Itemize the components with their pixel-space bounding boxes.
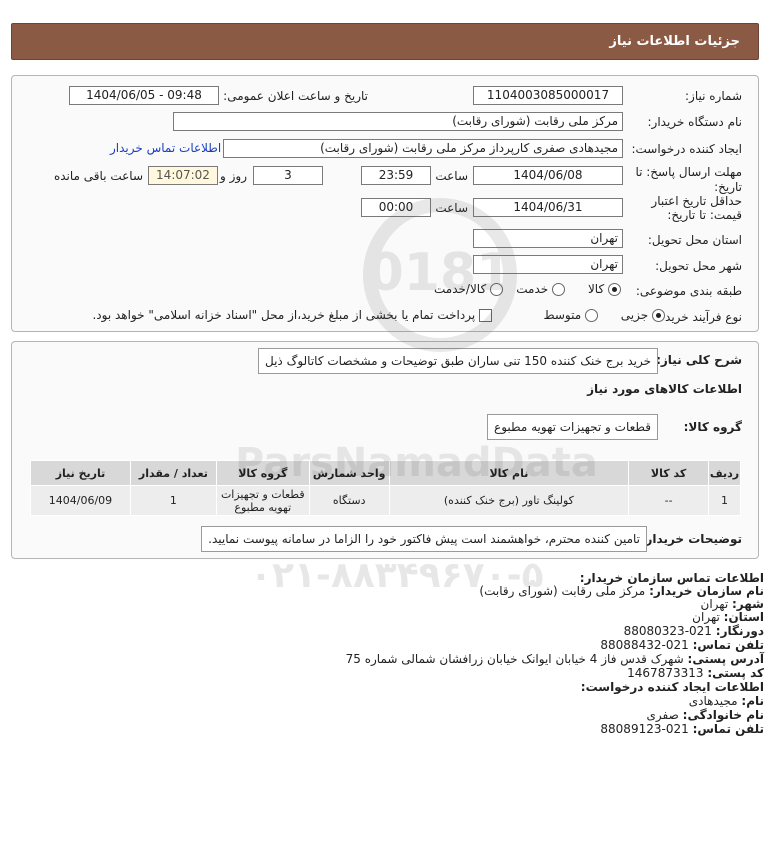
province-field: تهران (473, 229, 623, 248)
contact-postal: کد پستی: 1467873313 (627, 666, 764, 680)
col-goods-group: گروه کالا (215, 460, 310, 486)
deadline-time-label: ساعت (435, 169, 468, 183)
treasury-payment-option[interactable]: پرداخت تمام یا بخشی از مبلغ خرید،از محل … (92, 308, 492, 322)
validity-label-line2: قیمت: تا تاریخ: (667, 208, 742, 222)
radio-selected-icon[interactable] (608, 283, 621, 296)
validity-time-field: 00:00 (361, 198, 431, 217)
radio-icon[interactable] (585, 309, 598, 322)
deadline-days-field: 3 (253, 166, 323, 185)
process-label: نوع فرآیند خرید : (657, 310, 742, 324)
contact-postal-value: 1467873313 (627, 666, 704, 680)
validity-time-label: ساعت (435, 201, 468, 215)
days-label: روز و (220, 169, 247, 183)
goods-table: ردیف کد کالا نام کالا واحد شمارش گروه کا… (30, 460, 741, 516)
creator-phone: تلفن تماس: 021-88089123 (600, 722, 764, 736)
goods-info-heading: اطلاعات کالاهای مورد نیاز (587, 382, 742, 396)
buyer-notes-label: توضیحات خریدار: (640, 532, 742, 546)
remaining-label: ساعت باقی مانده (53, 169, 143, 183)
radio-selected-icon[interactable] (652, 309, 665, 322)
contact-address: آدرس پستی: شهرک قدس فاز 4 خیابان ایوانک … (346, 652, 764, 666)
contact-postal-label: کد پستی: (707, 666, 764, 680)
remaining-time-field: 14:07:02 (148, 166, 218, 185)
creator-family-label: نام خانوادگی: (682, 708, 764, 722)
cell-goods-code: -- (628, 485, 710, 516)
deadline-label-line2: تاریخ: (714, 180, 742, 194)
contact-org: نام سازمان خریدار: مرکز ملی رقابت (شورای… (479, 584, 764, 598)
contact-city-label: شهر: (732, 597, 764, 611)
contact-phone-label: تلفن تماس: (692, 638, 764, 652)
contact-phone: تلفن تماس: 021-88088432 (600, 638, 764, 652)
col-goods-name: نام کالا (388, 460, 630, 486)
buyer-notes-box: تامین کننده محترم، خواهشمند است پیش فاکت… (201, 526, 647, 552)
validity-date-field: 1404/06/31 (473, 198, 623, 217)
contact-fax-label: دورنگار: (715, 624, 764, 638)
contact-province-label: استان: (723, 610, 764, 624)
general-desc-box: خرید برج خنک کننده 150 تنی ساران طبق توض… (258, 348, 658, 374)
cell-goods-group: قطعات و تجهیزات تهویه مطبوع (215, 485, 310, 516)
page-header: جزئیات اطلاعات نیاز (11, 23, 759, 60)
category-label: طبقه بندی موضوعی: (635, 284, 742, 298)
cell-quantity: 1 (129, 485, 217, 516)
contact-phone-value: 021-88088432 (600, 638, 689, 652)
validity-label-line1: حداقل تاریخ اعتبار (651, 194, 742, 208)
process-option-medium[interactable]: متوسط (543, 308, 598, 322)
deadline-label-line1: مهلت ارسال پاسخ: تا (635, 165, 742, 179)
cell-row-number: 1 (708, 485, 741, 516)
col-unit: واحد شمارش (308, 460, 390, 486)
table-row: 1 -- کولینگ تاور (برج خنک کننده) دستگاه … (30, 485, 741, 516)
cell-goods-name: کولینگ تاور (برج خنک کننده) (388, 485, 630, 516)
need-number-field: 1104003085000017 (473, 86, 623, 105)
contact-address-label: آدرس پستی: (687, 652, 764, 666)
contact-fax: دورنگار: 021-88080323 (624, 624, 764, 638)
contact-org-label: نام سازمان خریدار: (649, 584, 764, 598)
table-header-row: ردیف کد کالا نام کالا واحد شمارش گروه کا… (30, 460, 741, 486)
creator-phone-value: 021-88089123 (600, 722, 689, 736)
city-field: تهران (473, 255, 623, 274)
goods-group-label: گروه کالا: (683, 420, 742, 434)
radio-icon[interactable] (490, 283, 503, 296)
category-option-goods[interactable]: کالا (588, 282, 621, 296)
creator-family: نام خانوادگی: صفری (647, 708, 764, 722)
creator-phone-label: تلفن تماس: (692, 722, 764, 736)
buyer-org-field: مرکز ملی رقابت (شورای رقابت) (173, 112, 623, 131)
buyer-contact-link[interactable]: اطلاعات تماس خریدار (110, 141, 221, 155)
creator-family-value: صفری (646, 708, 679, 722)
checkbox-icon[interactable] (479, 309, 492, 322)
contact-province-value: تهران (692, 610, 720, 624)
col-quantity: تعداد / مقدار (129, 460, 217, 486)
general-desc-label: شرح کلی نیاز: (656, 353, 742, 367)
announce-field: 1404/06/05 - 09:48 (69, 86, 219, 105)
announce-label: تاریخ و ساعت اعلان عمومی: (223, 89, 368, 103)
creator-name: نام: مجیدهادی (689, 694, 764, 708)
contact-city-value: تهران (700, 597, 729, 611)
category-option-goods-service[interactable]: کالا/خدمت (434, 282, 503, 296)
col-row-number: ردیف (708, 460, 741, 486)
deadline-time-field: 23:59 (361, 166, 431, 185)
requester-field: مجیدهادی صفری کارپرداز مرکز ملی رقابت (ش… (223, 139, 623, 158)
category-option-service[interactable]: خدمت (516, 282, 565, 296)
deadline-date-field: 1404/06/08 (473, 166, 623, 185)
province-label: استان محل تحویل: (647, 233, 742, 247)
contact-heading: اطلاعات تماس سازمان خریدار: (579, 571, 764, 585)
cell-need-date: 1404/06/09 (30, 485, 131, 516)
creator-name-value: مجیدهادی (688, 694, 738, 708)
col-need-date: تاریخ نیاز (30, 460, 131, 486)
radio-icon[interactable] (552, 283, 565, 296)
contact-fax-value: 021-88080323 (623, 624, 712, 638)
contact-address-value: شهرک قدس فاز 4 خیابان ایوانک خیابان زراف… (345, 652, 684, 666)
buyer-org-label: نام دستگاه خریدار: (647, 115, 743, 129)
goods-group-box: قطعات و تجهیزات تهویه مطبوع (487, 414, 658, 440)
col-goods-code: کد کالا (628, 460, 710, 486)
requester-label: ایجاد کننده درخواست: (631, 142, 742, 156)
creator-name-label: نام: (741, 694, 764, 708)
need-number-label: شماره نیاز: (685, 89, 742, 103)
creator-heading: اطلاعات ایجاد کننده درخواست: (580, 680, 764, 694)
process-option-minor[interactable]: جزیی (621, 308, 665, 322)
cell-unit: دستگاه (308, 485, 390, 516)
city-label: شهر محل تحویل: (655, 259, 742, 273)
contact-province: استان: تهران (692, 610, 764, 624)
page-title: جزئیات اطلاعات نیاز (609, 34, 740, 49)
contact-city: شهر: تهران (701, 597, 764, 611)
contact-org-value: مرکز ملی رقابت (شورای رقابت) (479, 584, 646, 598)
